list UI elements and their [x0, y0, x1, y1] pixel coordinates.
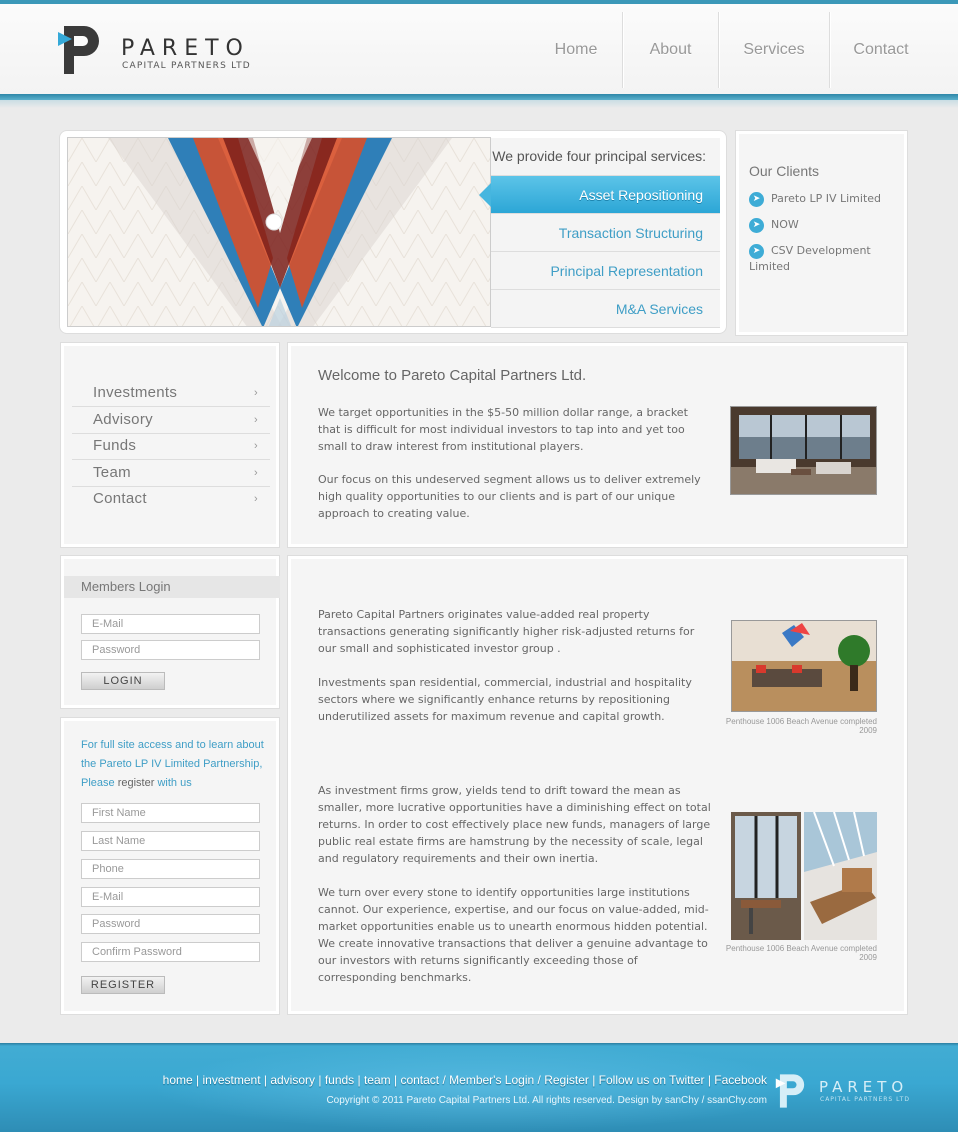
- nav-contact[interactable]: Contact: [830, 12, 932, 88]
- footer-brand-subtitle: CAPITAL PARTNERS LTD: [820, 1096, 910, 1103]
- clients-panel: Our Clients ➤ Pareto LP IV Limited ➤ NOW ➤…: [735, 130, 908, 336]
- chevron-right-icon: ›: [254, 467, 258, 479]
- sidemenu-item-funds[interactable]: Funds ›: [72, 433, 270, 460]
- chevron-right-icon: ›: [254, 493, 258, 505]
- footer-link-twitter[interactable]: Follow us on Twitter: [599, 1073, 705, 1087]
- register-button[interactable]: REGISTER: [81, 976, 165, 994]
- content-paragraph: As investment firms grow, yields tend to…: [318, 784, 711, 865]
- sidemenu-item-advisory[interactable]: Advisory ›: [72, 407, 270, 434]
- footer-link-funds[interactable]: funds: [325, 1073, 354, 1087]
- footer-link-contact[interactable]: contact: [400, 1073, 439, 1087]
- hero-section: We provide four principal services: Asse…: [59, 130, 727, 334]
- welcome-panel: Welcome to Pareto Capital Partners Ltd. …: [287, 342, 908, 548]
- penthouse-office-photo: [731, 812, 801, 940]
- footer-link-investment[interactable]: investment: [203, 1073, 261, 1087]
- last-name-field[interactable]: Last Name: [81, 831, 260, 851]
- clients-title: Our Clients: [749, 163, 820, 179]
- sidemenu-label: Contact: [93, 490, 147, 507]
- copyright-text: Copyright © 2011 Pareto Capital Partners…: [326, 1095, 767, 1106]
- footer-brand-name: PARETO: [819, 1078, 909, 1096]
- service-transaction-structuring[interactable]: Transaction Structuring: [491, 214, 720, 252]
- pareto-logo-icon: [58, 26, 99, 74]
- email-field[interactable]: E-Mail: [81, 887, 260, 907]
- hero-banner-image: [67, 137, 491, 327]
- sidemenu-label: Funds: [93, 437, 137, 454]
- penthouse-dining-photo: [804, 812, 877, 940]
- footer-link-members-login[interactable]: Member's Login: [449, 1073, 534, 1087]
- arrow-right-icon: ➤: [749, 191, 764, 207]
- services-heading: We provide four principal services:: [491, 138, 720, 176]
- chevron-right-icon: ›: [254, 414, 258, 426]
- client-label: Pareto LP IV Limited: [771, 192, 882, 205]
- client-label: NOW: [771, 218, 799, 231]
- content-paragraph: We turn over every stone to identify opp…: [318, 886, 709, 984]
- register-link[interactable]: register: [118, 777, 155, 789]
- footer-glow: [150, 1043, 810, 1132]
- sidemenu-item-contact[interactable]: Contact ›: [72, 486, 270, 513]
- register-message-text: with us: [157, 777, 192, 789]
- client-item[interactable]: ➤ CSV Development Limited: [749, 243, 907, 275]
- sidemenu-item-team[interactable]: Team ›: [72, 460, 270, 487]
- client-item[interactable]: ➤ Pareto LP IV Limited: [749, 191, 881, 207]
- content-paragraph: Investments span residential, commercial…: [318, 676, 692, 723]
- side-menu: Investments › Advisory › Funds › Team › Cont…: [60, 342, 280, 548]
- arrow-right-icon: ➤: [749, 217, 764, 233]
- nav-about[interactable]: About: [623, 12, 718, 88]
- footer-links: home | investment | advisory | funds | t…: [162, 1073, 767, 1087]
- photo-caption: Penthouse 1006 Beach Avenue completed 20…: [725, 717, 877, 735]
- nav-home[interactable]: Home: [530, 12, 622, 88]
- login-password-field[interactable]: Password: [81, 640, 260, 660]
- welcome-paragraph: Our focus on this undeserved segment all…: [318, 473, 701, 520]
- content-panel: Pareto Capital Partners originates value…: [287, 555, 908, 1015]
- footer-link-facebook[interactable]: Facebook: [714, 1073, 767, 1087]
- register-panel: For full site access and to learn about …: [60, 717, 280, 1015]
- site-footer: home | investment | advisory | funds | t…: [0, 1043, 958, 1132]
- confirm-password-field[interactable]: Confirm Password: [81, 942, 260, 962]
- living-room-photo: [730, 406, 877, 495]
- pareto-logo-icon: [775, 1074, 805, 1108]
- nav-services[interactable]: Services: [719, 12, 829, 88]
- footer-link-advisory[interactable]: advisory: [270, 1073, 315, 1087]
- footer-logo[interactable]: PARETO CAPITAL PARTNERS LTD: [775, 1073, 910, 1109]
- login-title: Members Login: [64, 576, 280, 598]
- client-item[interactable]: ➤ NOW: [749, 217, 799, 233]
- phone-field[interactable]: Phone: [81, 859, 260, 879]
- welcome-paragraph: We target opportunities in the $5-50 mil…: [318, 406, 688, 453]
- sidemenu-item-investments[interactable]: Investments ›: [72, 380, 270, 407]
- members-login-panel: Members Login E-Mail Password LOGIN: [60, 555, 280, 709]
- site-logo[interactable]: PARETO CAPITAL PARTNERS LTD: [58, 24, 258, 78]
- password-field[interactable]: Password: [81, 914, 260, 934]
- service-principal-representation[interactable]: Principal Representation: [491, 252, 720, 290]
- service-ma-services[interactable]: M&A Services: [491, 290, 720, 328]
- login-button[interactable]: LOGIN: [81, 672, 165, 690]
- footer-link-register[interactable]: Register: [544, 1073, 589, 1087]
- service-asset-repositioning[interactable]: Asset Repositioning: [479, 176, 720, 214]
- chevron-right-icon: ›: [254, 440, 258, 452]
- chevron-right-icon: ›: [254, 387, 258, 399]
- site-header: PARETO CAPITAL PARTNERS LTD Home About S…: [0, 0, 958, 108]
- brand-subtitle: CAPITAL PARTNERS LTD: [122, 61, 251, 71]
- welcome-title: Welcome to Pareto Capital Partners Ltd.: [318, 367, 587, 384]
- content-paragraph: Pareto Capital Partners originates value…: [318, 608, 695, 655]
- first-name-field[interactable]: First Name: [81, 803, 260, 823]
- arrow-right-icon: ➤: [749, 243, 764, 259]
- photo-caption: Penthouse 1006 Beach Avenue completed 20…: [725, 944, 877, 962]
- sidemenu-label: Advisory: [93, 411, 153, 428]
- footer-link-home[interactable]: home: [163, 1073, 193, 1087]
- footer-link-team[interactable]: team: [364, 1073, 391, 1087]
- sidemenu-label: Investments: [93, 384, 178, 401]
- login-email-field[interactable]: E-Mail: [81, 614, 260, 634]
- sidemenu-label: Team: [93, 464, 131, 481]
- brand-name: PARETO: [121, 36, 250, 61]
- penthouse-interior-photo: [731, 620, 877, 712]
- client-label: CSV Development Limited: [749, 244, 871, 273]
- register-message: For full site access and to learn about …: [81, 736, 271, 793]
- services-list: We provide four principal services: Asse…: [479, 138, 720, 328]
- geometric-v-artwork: [68, 138, 490, 326]
